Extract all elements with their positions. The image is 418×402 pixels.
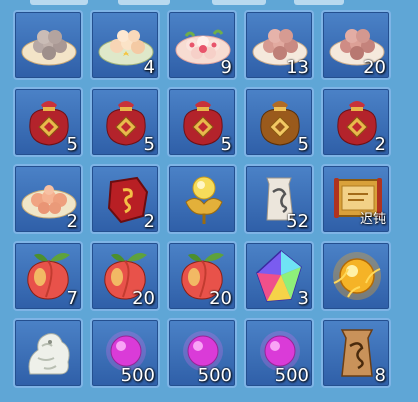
item-count: 5	[220, 134, 232, 155]
item-count: 5	[297, 134, 309, 155]
inventory-slot[interactable]: 500	[90, 318, 160, 388]
item-count: 5	[143, 134, 155, 155]
inventory-slot[interactable]	[321, 241, 391, 311]
tab-indicator	[118, 0, 170, 5]
inventory-slot[interactable]: 5	[244, 87, 314, 157]
inventory-slot[interactable]: 500	[244, 318, 314, 388]
item-count: 7	[66, 288, 78, 309]
inventory-slot[interactable]: 2	[321, 87, 391, 157]
inventory-slot[interactable]: 20	[167, 241, 237, 311]
inventory-slot[interactable]: 4	[90, 10, 160, 80]
item-count: 4	[143, 57, 155, 78]
item-count: 500	[197, 365, 232, 386]
top-tab-strip	[0, 0, 418, 8]
item-count: 2	[143, 211, 155, 232]
inventory-slot[interactable]: 3	[244, 241, 314, 311]
item-count: 5	[66, 134, 78, 155]
inventory-slot[interactable]	[13, 318, 83, 388]
inventory-slot[interactable]: 8	[321, 318, 391, 388]
tab-indicator	[212, 0, 266, 5]
item-count: 2	[374, 134, 386, 155]
inventory-slot[interactable]: 5	[13, 87, 83, 157]
item-count: 9	[220, 57, 232, 78]
inventory-slot[interactable]: 2	[90, 164, 160, 234]
inventory-slot[interactable]: 迟钝	[321, 164, 391, 234]
item-count: 20	[209, 288, 232, 309]
item-count: 8	[374, 365, 386, 386]
item-count: 2	[66, 211, 78, 232]
tab-indicator	[30, 0, 88, 5]
item-count: 500	[274, 365, 309, 386]
inventory-slot[interactable]: 13	[244, 10, 314, 80]
tab-indicator	[294, 0, 344, 5]
inventory-slot[interactable]: 20	[321, 10, 391, 80]
item-count: 13	[286, 57, 309, 78]
glowing-gold-orb-icon	[333, 252, 381, 300]
jade-beast-statue-icon	[28, 333, 70, 375]
inventory-slot[interactable]: 5	[90, 87, 160, 157]
item-status-label: 迟钝	[359, 212, 386, 227]
inventory-slot[interactable]: 5	[167, 87, 237, 157]
item-count: 500	[120, 365, 155, 386]
inventory-slot[interactable]	[167, 164, 237, 234]
item-count: 3	[297, 288, 309, 309]
inventory-slot[interactable]: 7	[13, 241, 83, 311]
inventory-slot[interactable]: 9	[167, 10, 237, 80]
grey-dumpling-plate-icon	[21, 30, 77, 66]
inventory-slot[interactable]: 2	[13, 164, 83, 234]
item-count: 52	[286, 211, 309, 232]
item-count: 20	[132, 288, 155, 309]
inventory-grid: 4 9 13 20 5 5 5 5 2 2 2 52 迟钝 7 20 20 3 …	[13, 10, 391, 388]
inventory-slot[interactable]	[13, 10, 83, 80]
inventory-slot[interactable]: 52	[244, 164, 314, 234]
inventory-slot[interactable]: 20	[90, 241, 160, 311]
inventory-slot[interactable]: 500	[167, 318, 237, 388]
golden-orb-lotus-icon	[185, 176, 223, 224]
item-count: 20	[363, 57, 386, 78]
